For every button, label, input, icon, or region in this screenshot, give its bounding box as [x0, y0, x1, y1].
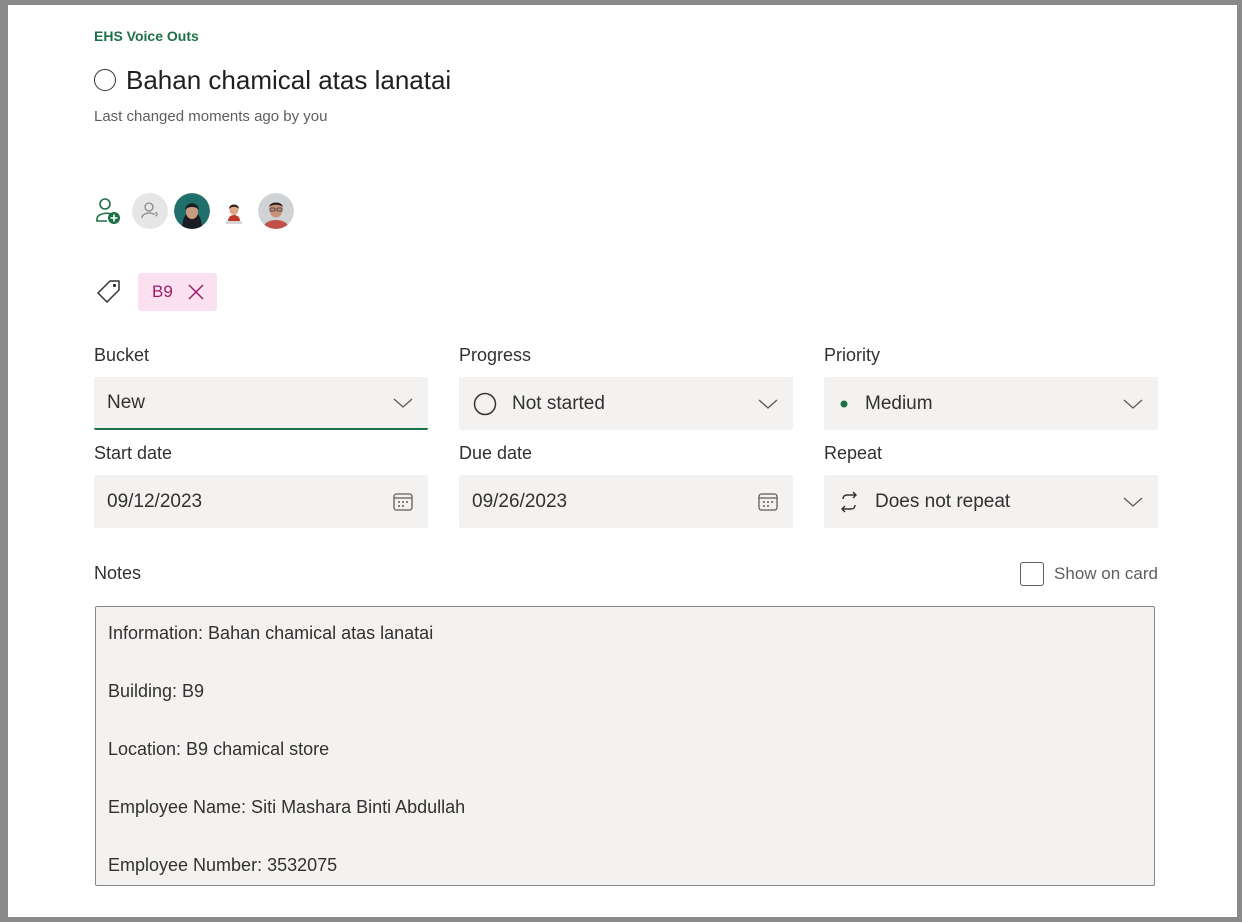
- tag-icon[interactable]: [94, 277, 124, 307]
- last-changed-text: Last changed moments ago by you: [94, 108, 328, 125]
- progress-label: Progress: [459, 345, 532, 365]
- assignees-row: [94, 192, 294, 230]
- chevron-down-icon: [392, 396, 414, 410]
- person-unknown-icon[interactable]: [132, 193, 168, 229]
- notes-textarea[interactable]: Information: Bahan chamical atas lanatai…: [95, 606, 1155, 886]
- calendar-icon[interactable]: [757, 491, 779, 513]
- progress-dropdown[interactable]: Not started: [459, 377, 793, 430]
- labels-row: B9: [94, 273, 217, 311]
- due-date-field[interactable]: 09/26/2023: [459, 475, 793, 528]
- priority-label: Priority: [824, 345, 881, 365]
- start-date-field[interactable]: 09/12/2023: [94, 475, 428, 528]
- plan-name[interactable]: EHS Voice Outs: [94, 28, 199, 44]
- notes-line: Location: B9 chamical store: [108, 739, 330, 759]
- start-date-value: 09/12/2023: [107, 490, 203, 512]
- bucket-value: New: [107, 391, 146, 413]
- remove-label-icon[interactable]: [187, 283, 205, 301]
- label-pill-text: B9: [152, 282, 173, 301]
- assignee-avatar-3[interactable]: [258, 193, 294, 229]
- show-on-card-checkbox[interactable]: [1020, 562, 1045, 586]
- repeat-dropdown[interactable]: Does not repeat: [824, 475, 1158, 528]
- notes-line: Information: Bahan chamical atas lanatai: [108, 623, 434, 643]
- chevron-down-icon: [1122, 495, 1144, 509]
- show-on-card-label: Show on card: [1054, 564, 1158, 583]
- label-pill[interactable]: B9: [138, 273, 217, 311]
- priority-value: Medium: [865, 392, 933, 414]
- progress-not-started-icon: [472, 391, 498, 417]
- priority-dot-icon: [837, 399, 851, 409]
- repeat-label: Repeat: [824, 443, 883, 463]
- notes-line: Building: B9: [108, 681, 205, 701]
- due-date-value: 09/26/2023: [472, 490, 568, 512]
- calendar-icon[interactable]: [392, 491, 414, 513]
- priority-dropdown[interactable]: Medium: [824, 377, 1158, 430]
- chevron-down-icon: [757, 397, 779, 411]
- task-title-row: Bahan chamical atas lanatai: [94, 62, 451, 98]
- start-date-label: Start date: [94, 443, 173, 463]
- complete-task-checkbox[interactable]: [94, 69, 116, 91]
- due-date-label: Due date: [459, 443, 533, 463]
- add-person-icon[interactable]: [94, 197, 122, 225]
- repeat-icon: [837, 490, 861, 514]
- chevron-down-icon: [1122, 397, 1144, 411]
- notes-line: Employee Number: 3532075: [108, 855, 338, 875]
- progress-value: Not started: [512, 392, 605, 414]
- bucket-dropdown[interactable]: New: [94, 377, 428, 430]
- task-title[interactable]: Bahan chamical atas lanatai: [126, 65, 451, 96]
- assignee-avatar-2[interactable]: [216, 193, 252, 229]
- show-on-card-toggle[interactable]: Show on card: [1020, 562, 1158, 586]
- repeat-value: Does not repeat: [875, 490, 1011, 512]
- bucket-label: Bucket: [94, 345, 150, 365]
- notes-label: Notes: [94, 563, 142, 583]
- notes-line: Employee Name: Siti Mashara Binti Abdull…: [108, 797, 466, 817]
- assignee-avatar-1[interactable]: [174, 193, 210, 229]
